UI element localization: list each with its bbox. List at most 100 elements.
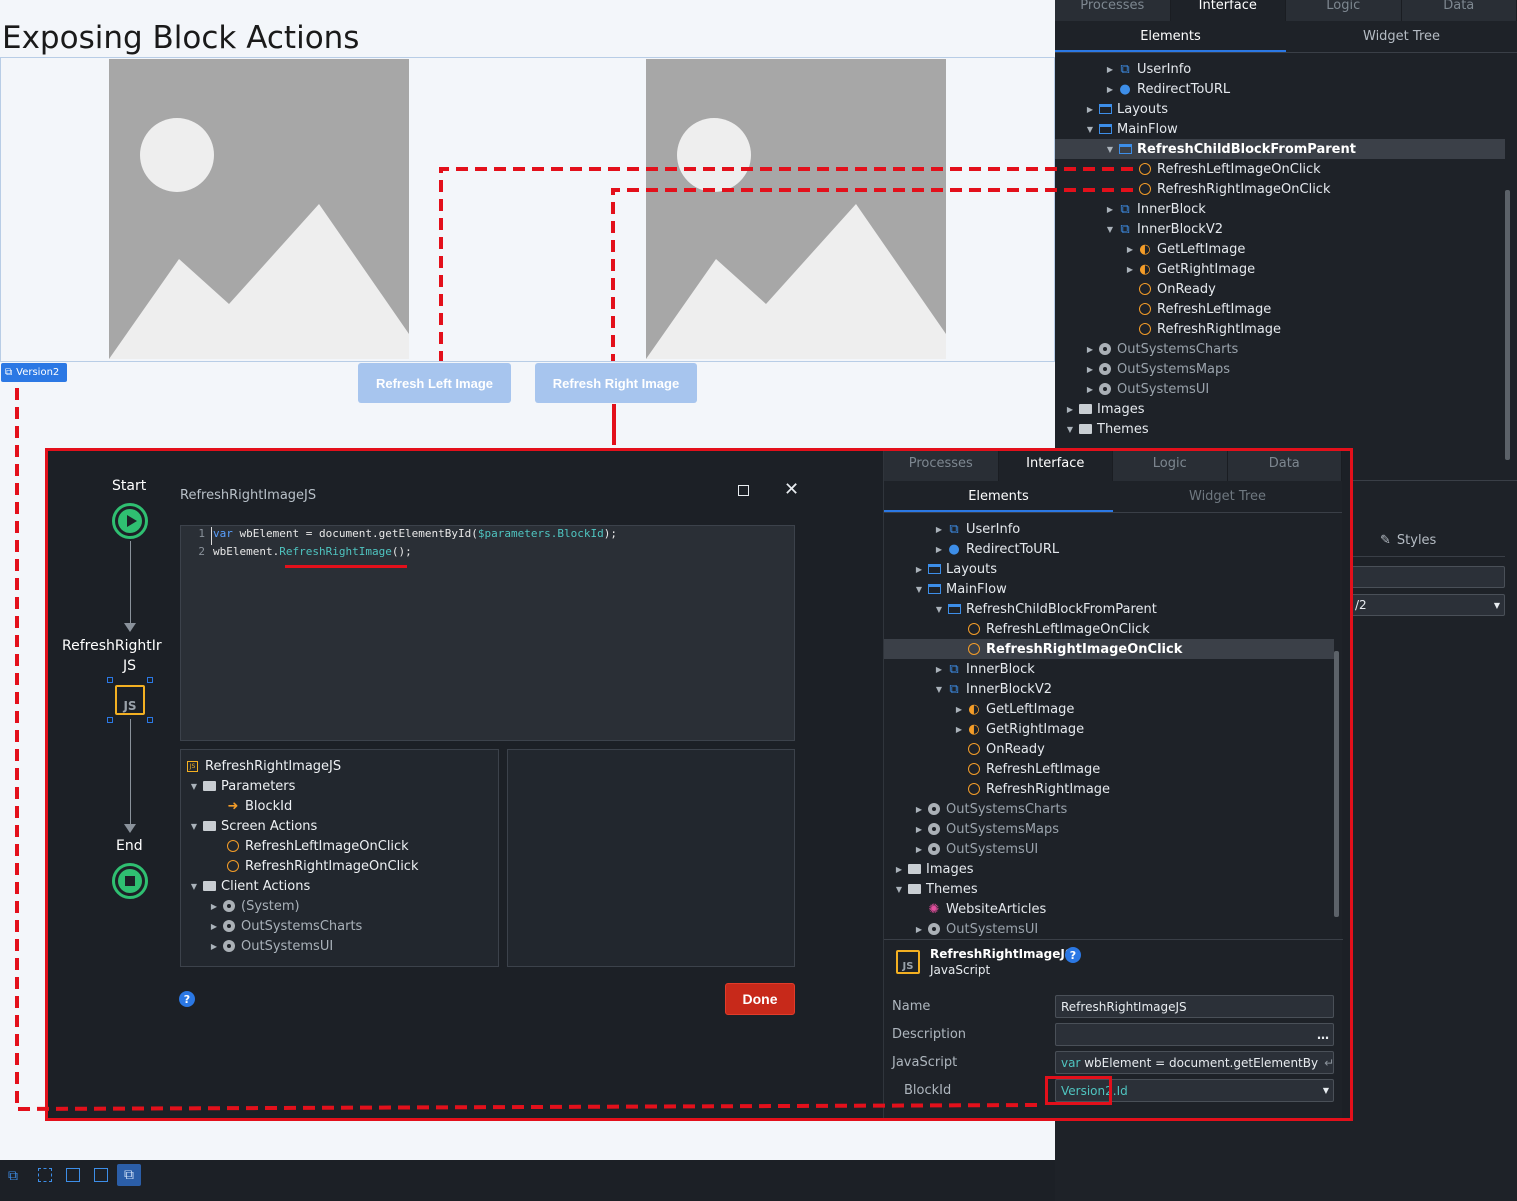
tab-processes[interactable]: Processes xyxy=(884,451,999,481)
code-editor[interactable]: 1 var wbElement = document.getElementByI… xyxy=(180,525,795,741)
selection-handle[interactable] xyxy=(107,677,113,683)
subtab-widget-tree[interactable]: Widget Tree xyxy=(1113,481,1342,512)
tree-item-parameters[interactable]: ▼ Parameters xyxy=(187,776,296,796)
scrollbar[interactable] xyxy=(1334,651,1339,917)
selection-handle[interactable] xyxy=(147,677,153,683)
tree-item-innerblock[interactable]: ▶ ⧉ InnerBlock xyxy=(932,659,1035,679)
tab-data[interactable]: Data xyxy=(1401,0,1517,21)
tree-item-images[interactable]: ▶ Images xyxy=(1063,399,1145,419)
module-icon xyxy=(926,922,942,936)
tree-item-innerblockv2[interactable]: ▼ ⧉ InnerBlockV2 xyxy=(932,679,1052,699)
tree-item-redirecttourl[interactable]: ▶ ● RedirectToURL xyxy=(1103,79,1230,99)
tree-item-refreshchildblockfromparent[interactable]: ▼ RefreshChildBlockFromParent xyxy=(932,599,1157,619)
tree-item-outsystemscharts[interactable]: ▶ OutSystemsCharts xyxy=(912,799,1067,819)
tree-item-refreshleftimage[interactable]: RefreshLeftImage xyxy=(966,759,1100,779)
done-button[interactable]: Done xyxy=(725,983,795,1015)
tree-label: MainFlow xyxy=(1117,121,1178,137)
tree-item-mainflow[interactable]: ▼ MainFlow xyxy=(912,579,1007,599)
tree-item-refreshleftimageonclick[interactable]: RefreshLeftImageOnClick xyxy=(1137,159,1321,179)
refresh-right-image-button[interactable]: Refresh Right Image xyxy=(535,363,697,403)
selection-handle[interactable] xyxy=(107,717,113,723)
subtab-widget-tree[interactable]: Widget Tree xyxy=(1286,21,1517,52)
dropdown-value: /2 xyxy=(1355,598,1367,612)
tab-logic[interactable]: Logic xyxy=(1286,0,1402,21)
tree-item-getrightimage[interactable]: ▶ ◐ GetRightImage xyxy=(952,719,1084,739)
tree-item-layouts[interactable]: ▶ Layouts xyxy=(912,559,997,579)
tree-item-system[interactable]: ▶ (System) xyxy=(207,896,300,916)
subtab-elements[interactable]: Elements xyxy=(884,481,1113,512)
block-icon-active[interactable]: ⧉ xyxy=(117,1164,141,1186)
tree-item-outsystemsmaps[interactable]: ▶ OutSystemsMaps xyxy=(912,819,1059,839)
tree-item-refreshchildblockfromparent[interactable]: ▼ RefreshChildBlockFromParent xyxy=(1055,139,1505,159)
flow-start-node[interactable] xyxy=(112,503,148,539)
block-container[interactable] xyxy=(0,57,1055,362)
tree-item-sa-right[interactable]: RefreshRightImageOnClick xyxy=(225,856,419,876)
js-node[interactable]: JS xyxy=(115,685,145,715)
tab-styles[interactable]: ✎ Styles xyxy=(1350,525,1505,557)
tree-item-outsystemsmaps[interactable]: ▶ OutSystemsMaps xyxy=(1083,359,1230,379)
tab-processes[interactable]: Processes xyxy=(1055,0,1171,21)
tree-item-outsystemscharts[interactable]: ▶ OutSystemsCharts xyxy=(1083,339,1238,359)
tree-item-refreshrightimageonclick[interactable]: RefreshRightImageOnClick xyxy=(1137,179,1331,199)
name-field[interactable]: RefreshRightImageJS xyxy=(1055,995,1334,1018)
tree-item-layouts[interactable]: ▶ Layouts xyxy=(1083,99,1168,119)
tree-item-websitearticles[interactable]: ✺ WebsiteArticles xyxy=(926,899,1047,919)
tree-item-refreshleftimage[interactable]: RefreshLeftImage xyxy=(1137,299,1271,319)
container-icon[interactable] xyxy=(38,1168,52,1182)
tab-interface[interactable]: Interface xyxy=(1170,0,1286,21)
tree-item-outsystemsui[interactable]: ▶ OutSystemsUI xyxy=(912,839,1038,859)
tree-item-screen-actions[interactable]: ▼ Screen Actions xyxy=(187,816,317,836)
tree-item-getrightimage[interactable]: ▶ ◐ GetRightImage xyxy=(1123,259,1255,279)
tab-interface[interactable]: Interface xyxy=(998,451,1113,481)
tab-logic[interactable]: Logic xyxy=(1113,451,1228,481)
subtab-elements[interactable]: Elements xyxy=(1055,21,1286,52)
tree-item-onready[interactable]: OnReady xyxy=(966,739,1045,759)
tree-item-userinfo[interactable]: ▶ ⧉ UserInfo xyxy=(932,519,1020,539)
maximize-icon[interactable] xyxy=(738,485,749,496)
tree-item-refreshrightimageonclick[interactable]: RefreshRightImageOnClick xyxy=(884,639,1334,659)
square-icon[interactable] xyxy=(94,1168,108,1182)
tree-item-blockid[interactable]: ➜ BlockId xyxy=(225,796,293,816)
scrollbar[interactable] xyxy=(1505,190,1510,460)
tree-item-themes[interactable]: ▼ Themes xyxy=(892,879,978,899)
tab-data[interactable]: Data xyxy=(1227,451,1342,481)
block-icon[interactable]: ⧉ xyxy=(8,1168,18,1184)
tree-item-refreshrightimage[interactable]: RefreshRightImage xyxy=(1137,319,1281,339)
tree-item-refreshrightimage[interactable]: RefreshRightImage xyxy=(966,779,1110,799)
tree-item-innerblockv2[interactable]: ▼ ⧉ InnerBlockV2 xyxy=(1103,219,1223,239)
tree-item-images[interactable]: ▶ Images xyxy=(892,859,974,879)
block-tag-version2[interactable]: ⧉ Version2 xyxy=(1,363,67,382)
ide-subtabs: Elements Widget Tree xyxy=(1055,21,1517,53)
tree-item-outsystemsui-2[interactable]: ▶ OutSystemsUI xyxy=(912,919,1038,939)
tree-label: OnReady xyxy=(986,741,1045,757)
help-icon[interactable]: ? xyxy=(1065,947,1081,963)
square-icon[interactable] xyxy=(66,1168,80,1182)
tree-item-mainflow[interactable]: ▼ MainFlow xyxy=(1083,119,1178,139)
selection-handle[interactable] xyxy=(147,717,153,723)
style-input[interactable] xyxy=(1350,566,1505,588)
style-dropdown[interactable]: /2 ▼ xyxy=(1350,594,1505,616)
tree-item-getleftimage[interactable]: ▶ ◐ GetLeftImage xyxy=(952,699,1074,719)
tree-label: OutSystemsUI xyxy=(946,841,1039,857)
tree-item-getleftimage[interactable]: ▶ ◐ GetLeftImage xyxy=(1123,239,1245,259)
flow-end-node[interactable] xyxy=(112,863,148,899)
refresh-left-image-button[interactable]: Refresh Left Image xyxy=(358,363,511,403)
tree-item-redirecttourl[interactable]: ▶ ● RedirectToURL xyxy=(932,539,1059,559)
close-icon[interactable]: ✕ xyxy=(784,479,799,500)
tree-item-charts[interactable]: ▶ OutSystemsCharts xyxy=(207,916,362,936)
tree-item-outsystemsui[interactable]: ▶ OutSystemsUI xyxy=(1083,379,1209,399)
tree-item-js-root[interactable]: JS RefreshRightImageJS xyxy=(187,756,341,776)
description-field[interactable]: … xyxy=(1055,1023,1334,1046)
tree-item-onready[interactable]: OnReady xyxy=(1137,279,1216,299)
tree-item-refreshleftimageonclick[interactable]: RefreshLeftImageOnClick xyxy=(966,619,1150,639)
tree-item-sa-left[interactable]: RefreshLeftImageOnClick xyxy=(225,836,409,856)
tree-item-ui[interactable]: ▶ OutSystemsUI xyxy=(207,936,333,956)
tree-item-themes[interactable]: ▼ Themes xyxy=(1063,419,1149,439)
more-icon[interactable]: … xyxy=(1317,1028,1329,1042)
tree-item-client-actions[interactable]: ▼ Client Actions xyxy=(187,876,310,896)
help-icon[interactable]: ? xyxy=(179,991,195,1007)
tree-item-userinfo[interactable]: ▶ ⧉ UserInfo xyxy=(1103,59,1191,79)
tree-label: RefreshChildBlockFromParent xyxy=(1137,141,1356,157)
javascript-field[interactable]: var wbElement = document.getElementBy↵… xyxy=(1055,1051,1334,1074)
tree-item-innerblock[interactable]: ▶ ⧉ InnerBlock xyxy=(1103,199,1206,219)
